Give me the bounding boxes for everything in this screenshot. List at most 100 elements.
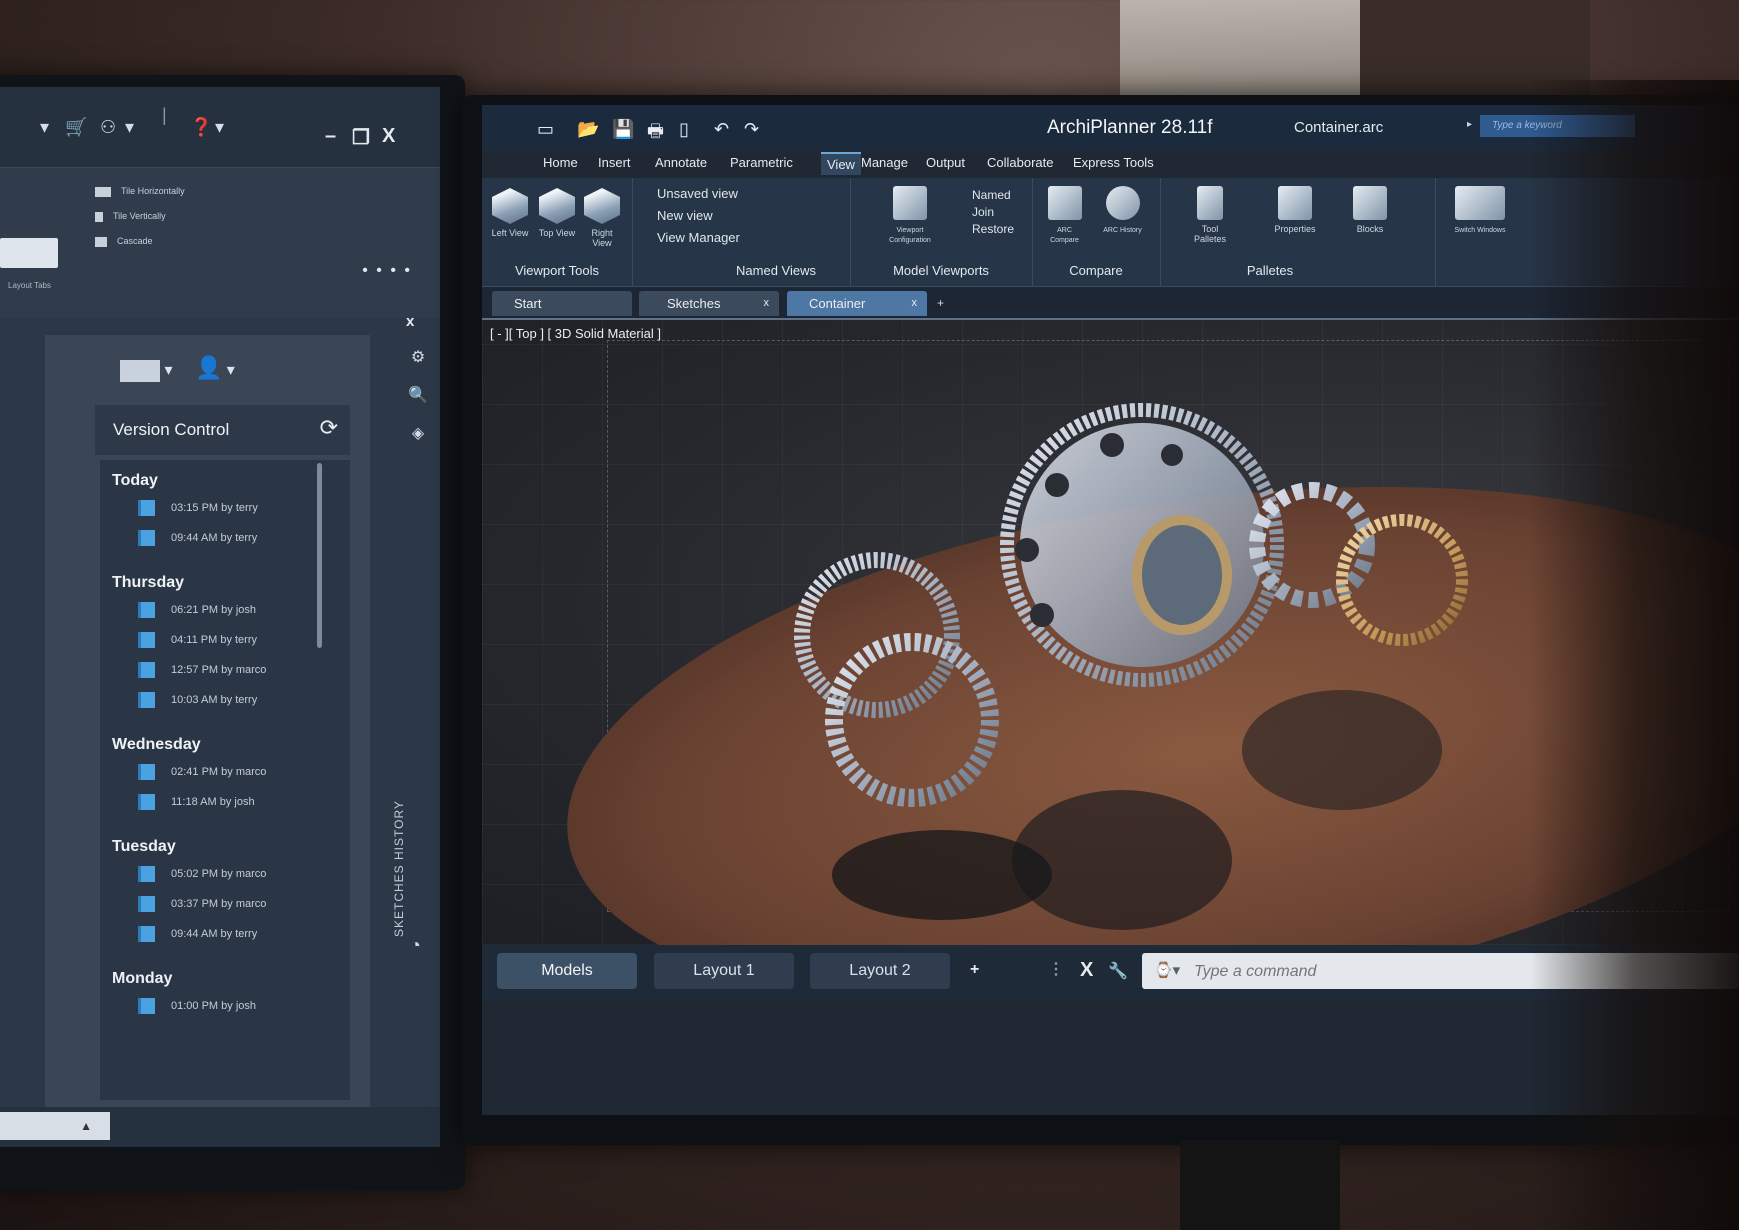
unsaved-view-item[interactable]: Unsaved view [657,186,738,201]
view-toggle-icon[interactable] [120,359,160,382]
redo-icon[interactable]: ↷ [744,119,759,140]
history-entry[interactable]: 12:57 PM by marco [138,662,266,678]
refresh-icon[interactable]: ⟳ [320,415,338,441]
file-icon [138,602,155,618]
layers-icon[interactable]: ◈ [398,423,438,461]
open-folder-icon[interactable]: 📂 [577,119,599,140]
search-icon[interactable]: 🔍 [398,385,438,423]
expand-button[interactable]: ▲ [0,1112,110,1140]
tab-container[interactable]: Container x [787,291,927,316]
close-button[interactable]: X [382,125,395,148]
viewport-configuration-button[interactable]: Viewport Configuration [885,186,935,244]
chevron-down-icon[interactable]: ▾ [125,117,134,138]
more-options-button[interactable]: • • • • [362,262,412,280]
document-title: Container.arc [1294,119,1384,136]
restore-item[interactable]: Restore [972,222,1014,236]
tile-label: Cascade [117,236,153,246]
button-label: Properties [1274,224,1316,234]
file-icon [138,998,155,1014]
command-history-icon[interactable]: ⌚▾ [1154,961,1180,979]
user-icon[interactable]: 👤 [195,355,222,380]
history-entry[interactable]: 03:37 PM by marco [138,896,266,912]
properties-button[interactable]: Properties [1265,186,1325,234]
new-view-item[interactable]: New view [657,208,713,223]
cascade-button[interactable]: Cascade [95,236,153,247]
join-item[interactable]: Join [972,205,994,219]
arc-history-button[interactable]: ARC History [1100,186,1145,234]
cancel-command-button[interactable]: X [1080,959,1093,982]
button-label: Tool Palletes [1193,224,1227,244]
minimize-button[interactable]: – [325,125,336,148]
print-icon[interactable]: 🖶 [647,119,664,149]
cart-icon[interactable]: 🛒 [65,117,87,138]
scrollbar[interactable] [317,463,322,648]
mobile-icon[interactable]: ▯ [679,119,689,140]
tab-start[interactable]: Start [492,291,632,316]
history-entry-label: 04:11 PM by terry [171,633,257,646]
history-entry[interactable]: 03:15 PM by terry [138,500,258,516]
layout-tabs-button[interactable] [0,238,58,268]
history-entry[interactable]: 01:00 PM by josh [138,998,256,1014]
left-ribbon: Layout Tabs Tile Horizontally Tile Verti… [0,168,440,318]
tab-manage[interactable]: Manage [855,152,914,173]
named-item[interactable]: Named [972,188,1011,202]
divider: | [162,105,167,125]
tab-label: Sketches [667,296,721,311]
history-entry[interactable]: 09:44 AM by terry [138,530,257,546]
tool-palletes-button[interactable]: Tool Palletes [1185,186,1235,244]
tab-layout-1[interactable]: Layout 1 [654,953,794,989]
switch-windows-button[interactable]: Switch Windows [1450,186,1510,234]
tile-horizontally-button[interactable]: Tile Horizontally [95,186,185,197]
arc-compare-button[interactable]: ARC Compare [1042,186,1087,244]
close-tab-icon[interactable]: x [912,291,918,316]
new-file-icon[interactable]: ▭ [537,119,554,140]
button-label: Left View [491,228,529,238]
version-history-list[interactable]: Today 03:15 PM by terry 09:44 AM by terry T… [100,460,350,1100]
tab-express-tools[interactable]: Express Tools [1067,152,1160,173]
file-icon [138,692,155,708]
tab-layout-2[interactable]: Layout 2 [810,953,950,989]
history-entry[interactable]: 02:41 PM by marco [138,764,266,780]
top-view-button[interactable]: Top View [537,188,577,238]
tab-home[interactable]: Home [537,152,584,173]
gear-icon[interactable]: ⚙ [398,347,438,385]
network-icon[interactable]: ⚇ [100,117,116,138]
save-icon[interactable]: 💾 [612,119,634,140]
tab-collaborate[interactable]: Collaborate [981,152,1060,173]
grip-handle-icon[interactable]: ⋮ [1048,959,1064,979]
history-icon[interactable]: ◔ [410,935,421,956]
chevron-down-icon[interactable]: ▾ [164,362,172,379]
sketches-history-label[interactable]: SKETCHES HISTORY [392,800,406,937]
undo-icon[interactable]: ↶ [714,119,729,140]
right-view-button[interactable]: Right View [582,188,622,248]
chevron-down-icon[interactable]: ▾ [40,117,49,138]
app-title: ArchiPlanner 28.11f [1047,117,1213,138]
add-tab-button[interactable]: + [937,296,944,310]
document-icon [1047,186,1082,220]
tab-output[interactable]: Output [920,152,971,173]
history-entry[interactable]: 10:03 AM by terry [138,692,257,708]
history-entry[interactable]: 04:11 PM by terry [138,632,257,648]
history-entry[interactable]: 05:02 PM by marco [138,866,266,882]
tab-parametric[interactable]: Parametric [724,152,799,173]
view-manager-item[interactable]: View Manager [657,230,740,245]
tile-vertically-button[interactable]: Tile Vertically [95,211,166,222]
close-tab-icon[interactable]: x [764,291,770,316]
chevron-down-icon[interactable]: ▾ [215,117,224,138]
tab-insert[interactable]: Insert [592,152,637,173]
tab-models[interactable]: Models [497,953,637,989]
restore-button[interactable]: ❐ [352,125,370,150]
history-entry[interactable]: 11:18 AM by josh [138,794,255,810]
tab-annotate[interactable]: Annotate [649,152,713,173]
chevron-right-icon[interactable]: ▸ [1467,119,1472,130]
history-day-label: Monday [112,970,173,987]
wrench-icon[interactable]: 🔧 [1108,961,1128,981]
chevron-down-icon[interactable]: ▾ [227,362,235,379]
history-entry[interactable]: 09:44 AM by terry [138,926,257,942]
history-entry[interactable]: 06:21 PM by josh [138,602,256,618]
blocks-button[interactable]: Blocks [1345,186,1395,234]
add-layout-button[interactable]: + [970,961,979,979]
tab-sketches[interactable]: Sketches x [639,291,779,316]
help-icon[interactable]: ❓ [190,117,212,138]
left-view-button[interactable]: Left View [490,188,530,238]
